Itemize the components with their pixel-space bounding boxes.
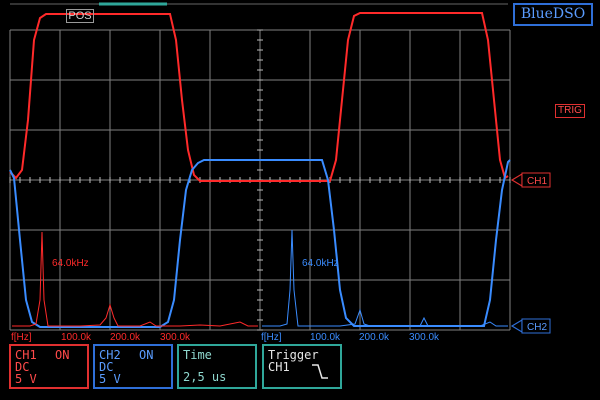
ch1-fft-trace: [12, 231, 258, 327]
ch2-fft-peak-label: 64.0kHz: [302, 258, 339, 269]
falling-edge-icon: [312, 364, 328, 379]
ch1-level-marker[interactable]: CH1: [510, 172, 551, 188]
ch1-panel-state: ON: [55, 348, 70, 362]
time-settings-panel[interactable]: Time 2,5 us: [177, 344, 257, 389]
app-title: BlueDSO: [513, 3, 593, 26]
fft-tick-left-3: 300.0k: [160, 332, 191, 343]
fft-unit-right: f[Hz]: [261, 332, 282, 343]
time-panel-value: 2,5 us: [183, 370, 227, 384]
fft-tick-left-1: 100.0k: [61, 332, 92, 343]
fft-tick-left-2: 200.0k: [110, 332, 141, 343]
ch1-waveform: [9, 12, 509, 182]
trigger-panel-source: CH1: [268, 360, 290, 374]
ch1-fft-peak-label: 64.0kHz: [52, 258, 89, 269]
ch2-settings-panel[interactable]: CH2 ON DC 5 V: [93, 344, 173, 389]
ch2-panel-scale: 5 V: [99, 372, 121, 386]
ch2-fft-trace: [262, 229, 508, 327]
ch2-panel-state: ON: [139, 348, 154, 362]
fft-tick-right-2: 200.0k: [359, 332, 390, 343]
trigger-settings-panel[interactable]: Trigger CH1: [262, 344, 342, 389]
ch2-marker-arrow-icon: [510, 318, 523, 334]
ch2-level-marker[interactable]: CH2: [510, 318, 551, 334]
trig-level-marker[interactable]: TRIG: [555, 104, 585, 118]
ch1-settings-panel[interactable]: CH1 ON DC 5 V: [9, 344, 89, 389]
fft-tick-right-3: 300.0k: [409, 332, 440, 343]
oscilloscope-display: f[Hz] 100.0k 200.0k 300.0k f[Hz] 100.0k …: [9, 2, 551, 343]
fft-unit-left: f[Hz]: [11, 332, 32, 343]
ch2-marker-label: CH2: [527, 322, 547, 333]
ch1-marker-label: CH1: [527, 176, 547, 187]
ch1-marker-arrow-icon: [510, 172, 523, 188]
pos-button[interactable]: POS: [66, 9, 94, 23]
fft-tick-right-1: 100.0k: [310, 332, 341, 343]
time-panel-title: Time: [183, 348, 212, 362]
ch1-panel-scale: 5 V: [15, 372, 37, 386]
